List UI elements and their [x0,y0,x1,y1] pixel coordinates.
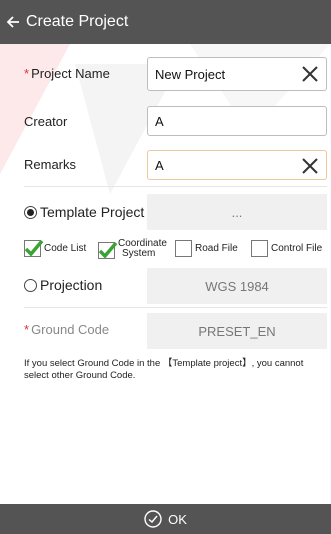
control-file-label: Control File [271,243,323,254]
template-project-radio[interactable]: Template Project [24,204,144,220]
divider [24,307,327,308]
page-title: Create Project [26,13,129,30]
ground-code-hint: If you select Ground Code in the 【Templa… [24,358,304,381]
project-name-field[interactable]: New Project [147,57,327,91]
remarks-field[interactable]: A [147,150,327,180]
project-name-value: New Project [155,66,226,82]
required-marker: * [24,66,30,81]
remarks-value: A [155,157,164,173]
coordinate-system-label: Coordinate System [118,237,167,259]
radio-unselected-icon [24,278,37,292]
road-file-checkbox[interactable]: Road File [175,240,238,257]
check-circle-icon [144,510,162,528]
control-file-checkbox[interactable]: Control File [251,240,322,257]
road-file-label: Road File [195,243,238,254]
checkbox-unchecked-icon [251,240,268,257]
checkbox-checked-icon [24,239,44,257]
code-list-checkbox[interactable]: Code List [24,239,87,257]
clear-icon[interactable] [300,156,320,176]
ok-label: OK [168,511,187,527]
creator-value: A [155,113,164,129]
clear-icon[interactable] [300,64,320,84]
create-project-screen: Create Project * Project Name New Project… [0,0,331,534]
projection-value: WGS 1984 [205,278,269,294]
required-marker: * [24,322,30,337]
arrow-left-icon[interactable] [6,15,20,29]
projection-radio[interactable]: Projection [24,277,102,293]
coordinate-system-checkbox[interactable]: Coordinate System [98,238,167,259]
template-project-picker[interactable]: ... [147,194,327,230]
template-project-label: Template Project [40,204,145,220]
title-bar: Create Project [0,0,331,44]
checkbox-checked-icon [98,241,118,259]
code-list-label: Code List [44,243,87,254]
project-name-label: * Project Name [24,66,110,81]
creator-field[interactable]: A [147,106,327,136]
ground-code-value: PRESET_EN [198,323,276,339]
creator-label: Creator [24,114,68,129]
checkbox-unchecked-icon [175,240,192,257]
projection-label: Projection [40,277,103,293]
template-project-value: ... [231,204,243,220]
remarks-label: Remarks [24,157,77,172]
radio-selected-icon [24,205,37,219]
divider [24,186,327,187]
ground-code-picker[interactable]: PRESET_EN [147,313,327,349]
ground-code-label: * Ground Code [24,322,110,337]
ok-button[interactable]: OK [0,504,331,534]
projection-picker[interactable]: WGS 1984 [147,268,327,304]
